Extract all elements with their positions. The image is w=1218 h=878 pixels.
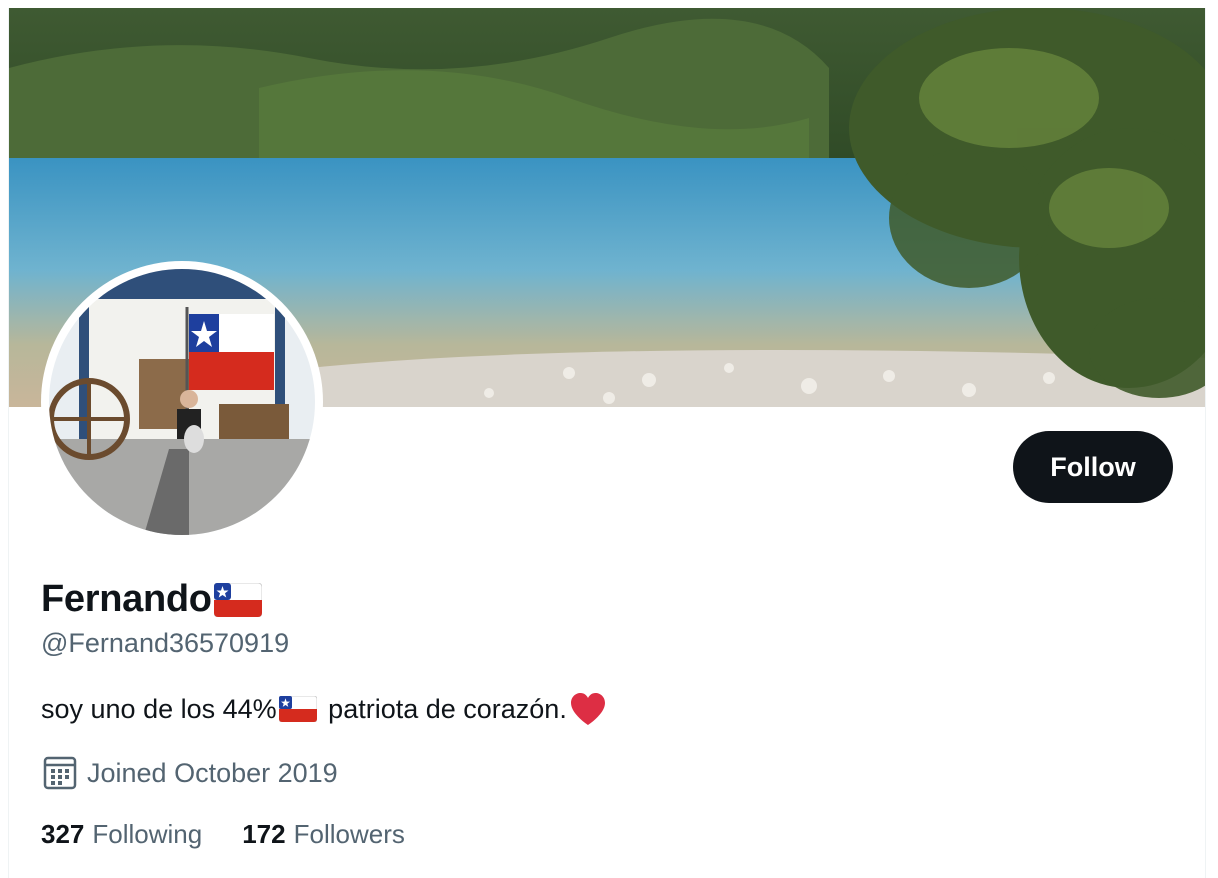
bio-text-start: soy uno de los 44%: [41, 693, 277, 724]
followers-label: Followers: [293, 819, 405, 849]
avatar[interactable]: [41, 261, 323, 543]
following-link[interactable]: 327 Following: [41, 819, 202, 850]
name-row: Fernando: [41, 578, 262, 621]
followers-count: 172: [242, 819, 286, 849]
bio-text-end: patriota de corazón.: [320, 693, 567, 724]
avatar-image: [49, 269, 315, 535]
profile-handle: @Fernand36570919: [41, 628, 290, 658]
display-name: Fernando: [41, 578, 212, 620]
follow-stats: 327 Following 172 Followers: [41, 819, 445, 850]
chile-flag-icon: [278, 696, 317, 722]
follow-button[interactable]: Follow: [1013, 431, 1173, 503]
profile-bio: soy uno de los 44% patriota de corazón.: [41, 692, 607, 726]
red-heart-icon: [570, 693, 605, 725]
calendar-icon: [43, 756, 77, 790]
following-count: 327: [41, 819, 85, 849]
chile-flag-icon: [213, 582, 262, 617]
following-label: Following: [92, 819, 203, 849]
profile-page: Follow Fernando @Fernand36570919 soy uno…: [8, 8, 1206, 878]
joined-label: Joined October 2019: [87, 757, 338, 788]
followers-link[interactable]: 172 Followers: [242, 819, 405, 850]
joined-date: Joined October 2019: [43, 756, 338, 790]
